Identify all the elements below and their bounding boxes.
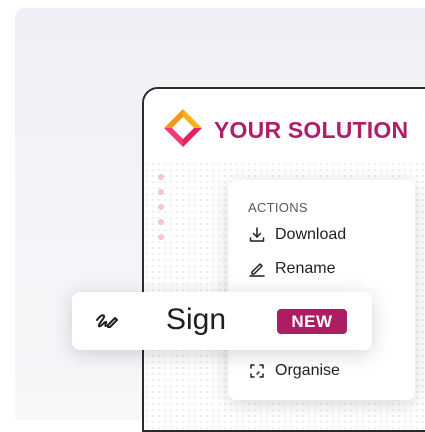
- rename-menu-item[interactable]: Rename: [248, 260, 335, 278]
- new-badge: NEW: [277, 309, 347, 334]
- actions-heading: ACTIONS: [248, 200, 308, 215]
- organise-icon: [248, 362, 266, 380]
- faded-sidebar-item: [158, 216, 170, 227]
- faded-sidebar-item: [158, 201, 170, 212]
- download-icon: [248, 226, 266, 244]
- brand-logo-icon: [164, 109, 202, 147]
- faded-sidebar-item: [158, 231, 170, 242]
- organise-label: Organise: [275, 362, 340, 379]
- faded-sidebar-item: [158, 186, 170, 197]
- brand-title: YOUR SOLUTION: [214, 117, 409, 143]
- faded-sidebar-item: [158, 171, 170, 182]
- faded-sidebar: [158, 171, 170, 246]
- download-label: Download: [275, 226, 347, 243]
- sign-icon: [96, 314, 118, 328]
- rename-icon: [248, 260, 266, 278]
- organise-menu-item[interactable]: Organise: [248, 362, 340, 380]
- download-menu-item[interactable]: Download: [248, 226, 346, 244]
- rename-label: Rename: [275, 260, 336, 277]
- sign-label: Sign: [166, 303, 227, 336]
- actions-menu: ACTIONS Download Rename Organise: [228, 180, 415, 400]
